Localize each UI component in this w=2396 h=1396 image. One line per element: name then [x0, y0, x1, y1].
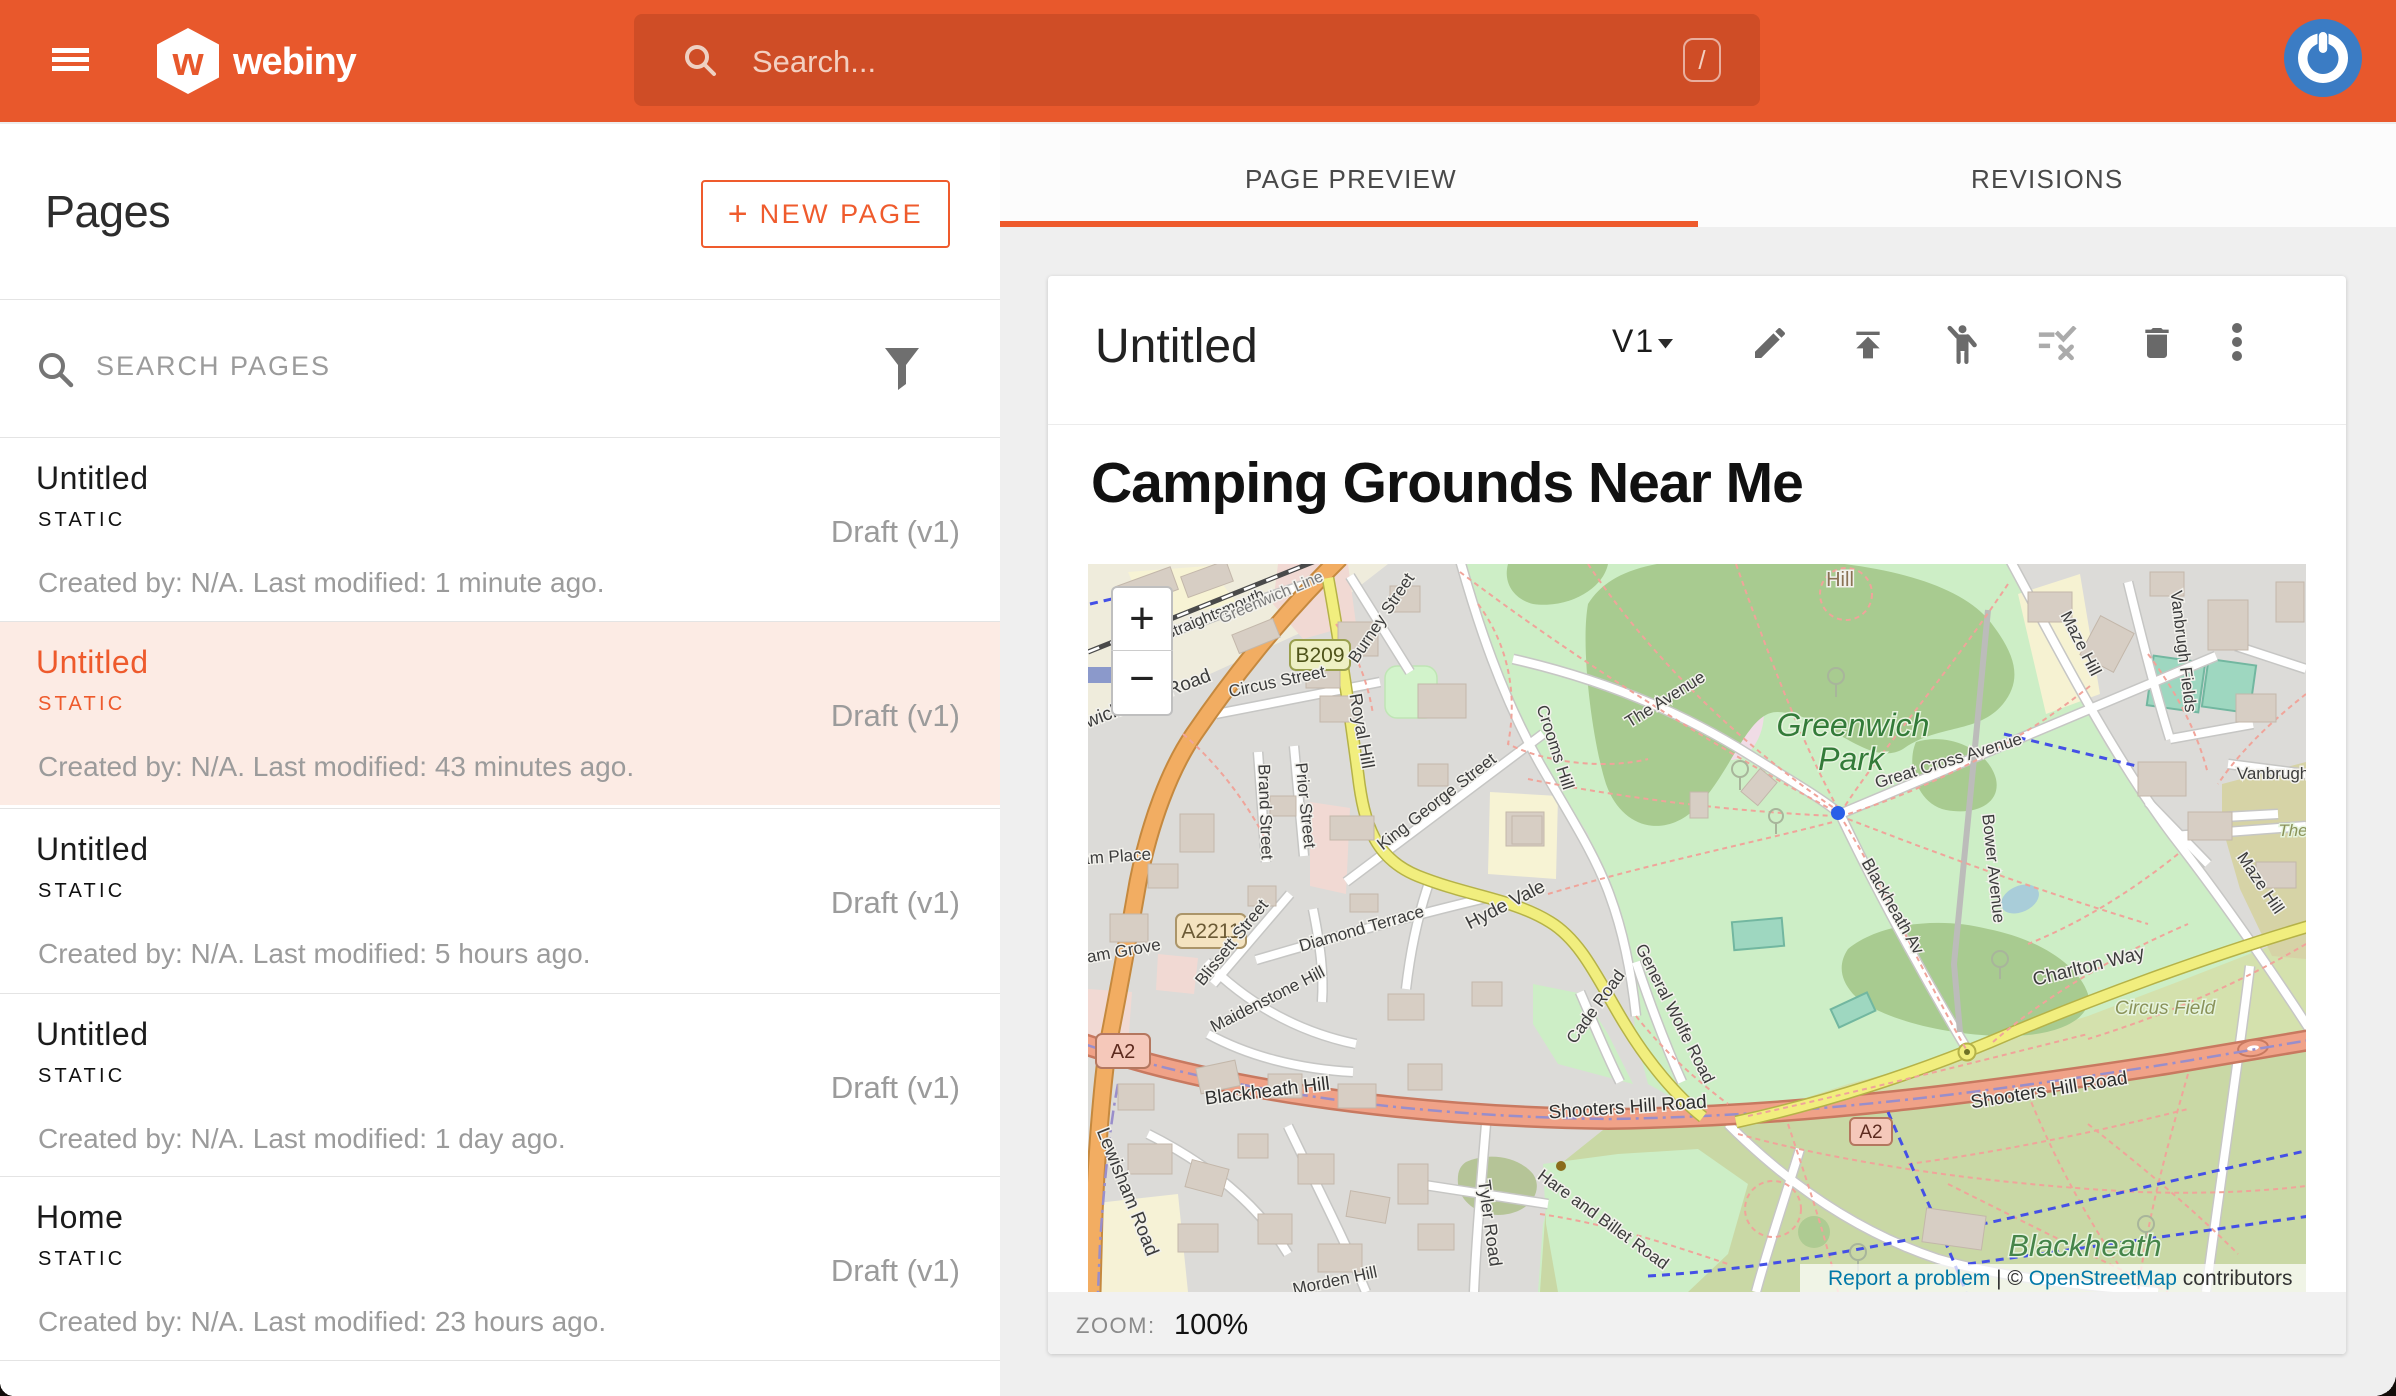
svg-text:Hill: Hill [1826, 569, 1854, 591]
svg-text:The: The [2278, 821, 2306, 840]
svg-text:Vanbrugh: Vanbrugh [2237, 764, 2306, 783]
svg-text:w: w [171, 40, 204, 84]
svg-text:Brand Street: Brand Street [1254, 764, 1276, 860]
svg-text:A2: A2 [1859, 1122, 1882, 1143]
svg-text:Greenwich: Greenwich [1777, 707, 1930, 743]
svg-text:Blackheath: Blackheath [2008, 1228, 2161, 1263]
svg-text:Report a problem | © OpenStree: Report a problem | © OpenStreetMap contr… [1828, 1267, 2293, 1290]
svg-text:Park: Park [1818, 741, 1886, 777]
svg-text:Circus Field: Circus Field [2115, 998, 2217, 1019]
svg-text:A2: A2 [1111, 1041, 1135, 1063]
